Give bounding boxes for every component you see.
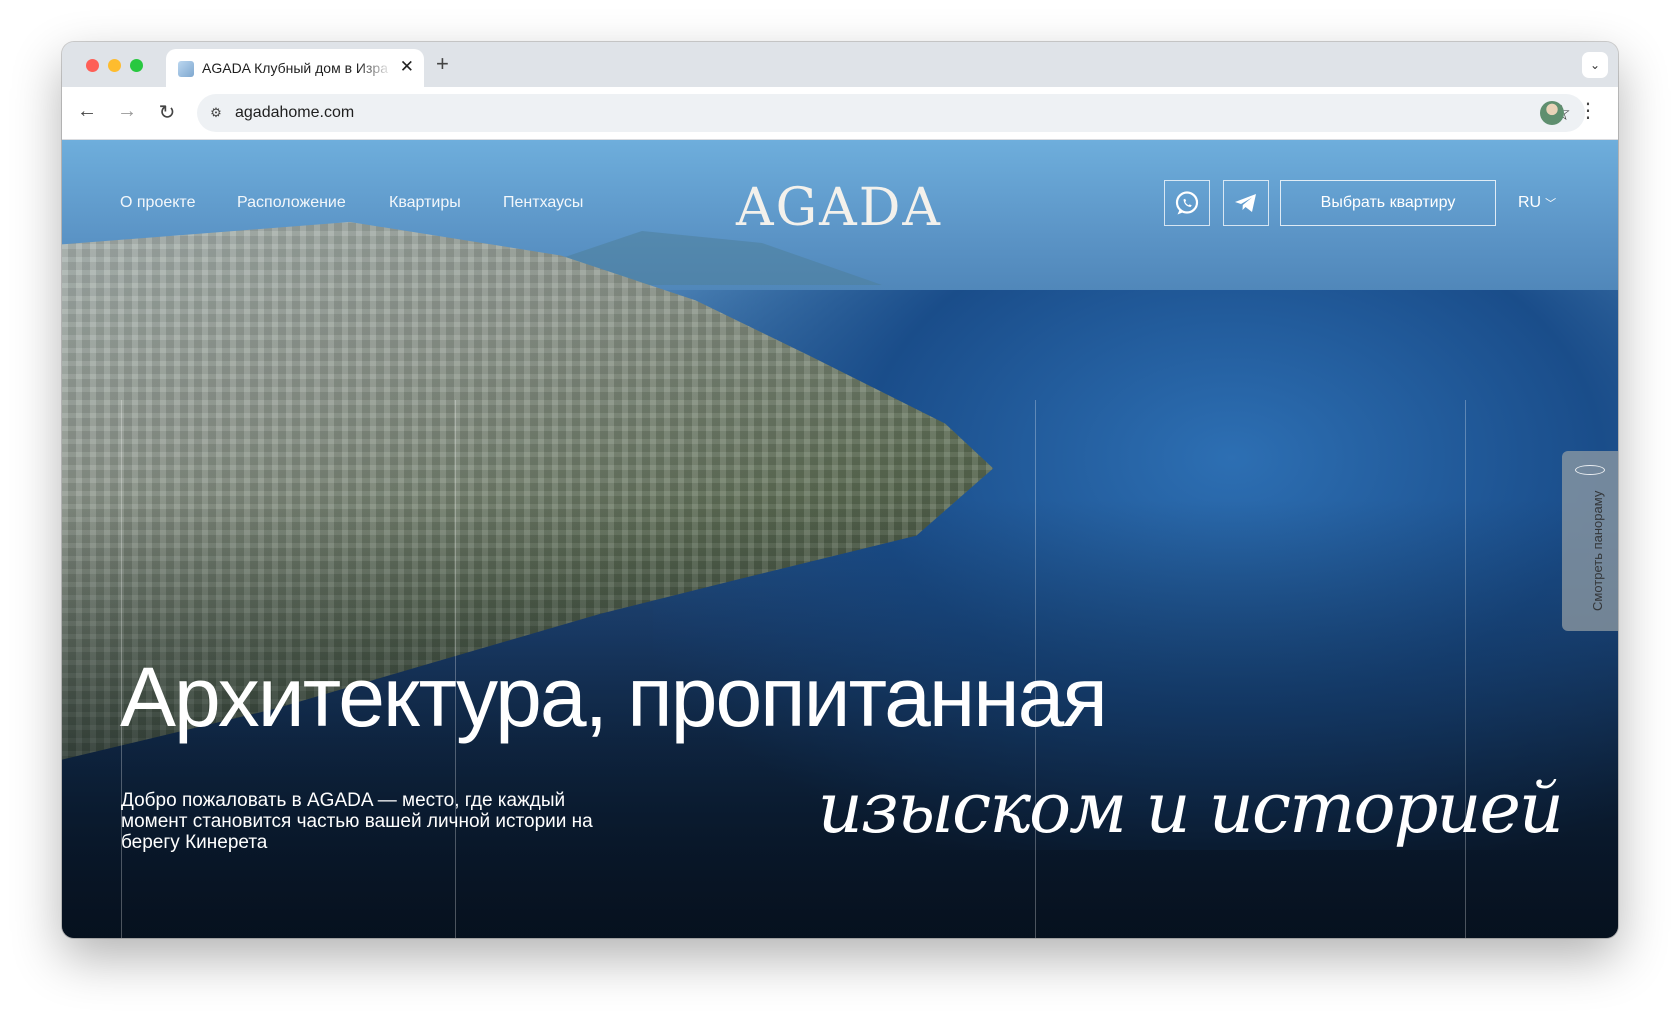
chevron-down-icon: ﹀ [1545, 198, 1557, 210]
tab-close-icon[interactable]: ✕ [400, 57, 414, 77]
hero-intro-text: Добро пожаловать в AGADA — место, где ка… [121, 790, 593, 853]
reload-icon[interactable]: ↻ [154, 100, 180, 125]
whatsapp-button[interactable] [1164, 180, 1210, 226]
hero-title-line2: изыском и историей [817, 767, 1564, 849]
whatsapp-icon [1175, 191, 1199, 215]
nav-location[interactable]: Расположение [237, 194, 346, 212]
browser-menu-icon[interactable]: ⋮ [1578, 98, 1598, 123]
view-panorama-button[interactable]: Смотреть панораму [1562, 451, 1618, 631]
language-selector[interactable]: RU ﹀ [1518, 194, 1556, 212]
address-bar[interactable]: ⚙ agadahome.com ☆ [197, 94, 1585, 132]
profile-avatar[interactable] [1540, 101, 1564, 125]
grid-line [1465, 400, 1466, 938]
nav-apartments[interactable]: Квартиры [389, 194, 461, 212]
panorama-360-icon [1575, 465, 1605, 475]
window-maximize-button[interactable] [130, 59, 143, 72]
browser-toolbar: ← → ↻ ⚙ agadahome.com ☆ ⋮ [62, 87, 1618, 140]
site-info-icon[interactable]: ⚙ [207, 104, 225, 122]
hero-title-line1: Архитектура, пропитанная [120, 650, 1108, 744]
telegram-icon [1235, 194, 1256, 212]
window-minimize-button[interactable] [108, 59, 121, 72]
site-logo[interactable]: AGADA [724, 178, 954, 238]
choose-apartment-button[interactable]: Выбрать квартиру [1280, 180, 1496, 226]
browser-window: AGADA Клубный дом в Изра ✕ + ⌄ ← → ↻ ⚙ a… [62, 42, 1618, 938]
active-tab[interactable]: AGADA Клубный дом в Изра ✕ [166, 49, 424, 87]
view-panorama-label: Смотреть панораму [1590, 490, 1605, 611]
new-tab-icon[interactable]: + [436, 51, 449, 77]
nav-about[interactable]: О проекте [120, 194, 195, 212]
url-text[interactable]: agadahome.com [235, 104, 354, 122]
nav-penthouses[interactable]: Пентхаусы [503, 194, 583, 212]
tab-favicon-icon [178, 61, 194, 77]
tab-title: AGADA Клубный дом в Изра [202, 60, 388, 76]
page-viewport: О проекте Расположение Квартиры Пентхаус… [62, 140, 1618, 938]
window-close-button[interactable] [86, 59, 99, 72]
tab-strip: AGADA Клубный дом в Изра ✕ + ⌄ [62, 42, 1618, 87]
back-arrow-icon[interactable]: ← [74, 100, 100, 123]
language-code: RU [1518, 194, 1542, 211]
tab-search-chevron-icon[interactable]: ⌄ [1582, 52, 1608, 78]
telegram-button[interactable] [1223, 180, 1269, 226]
forward-arrow-icon[interactable]: → [114, 100, 140, 123]
